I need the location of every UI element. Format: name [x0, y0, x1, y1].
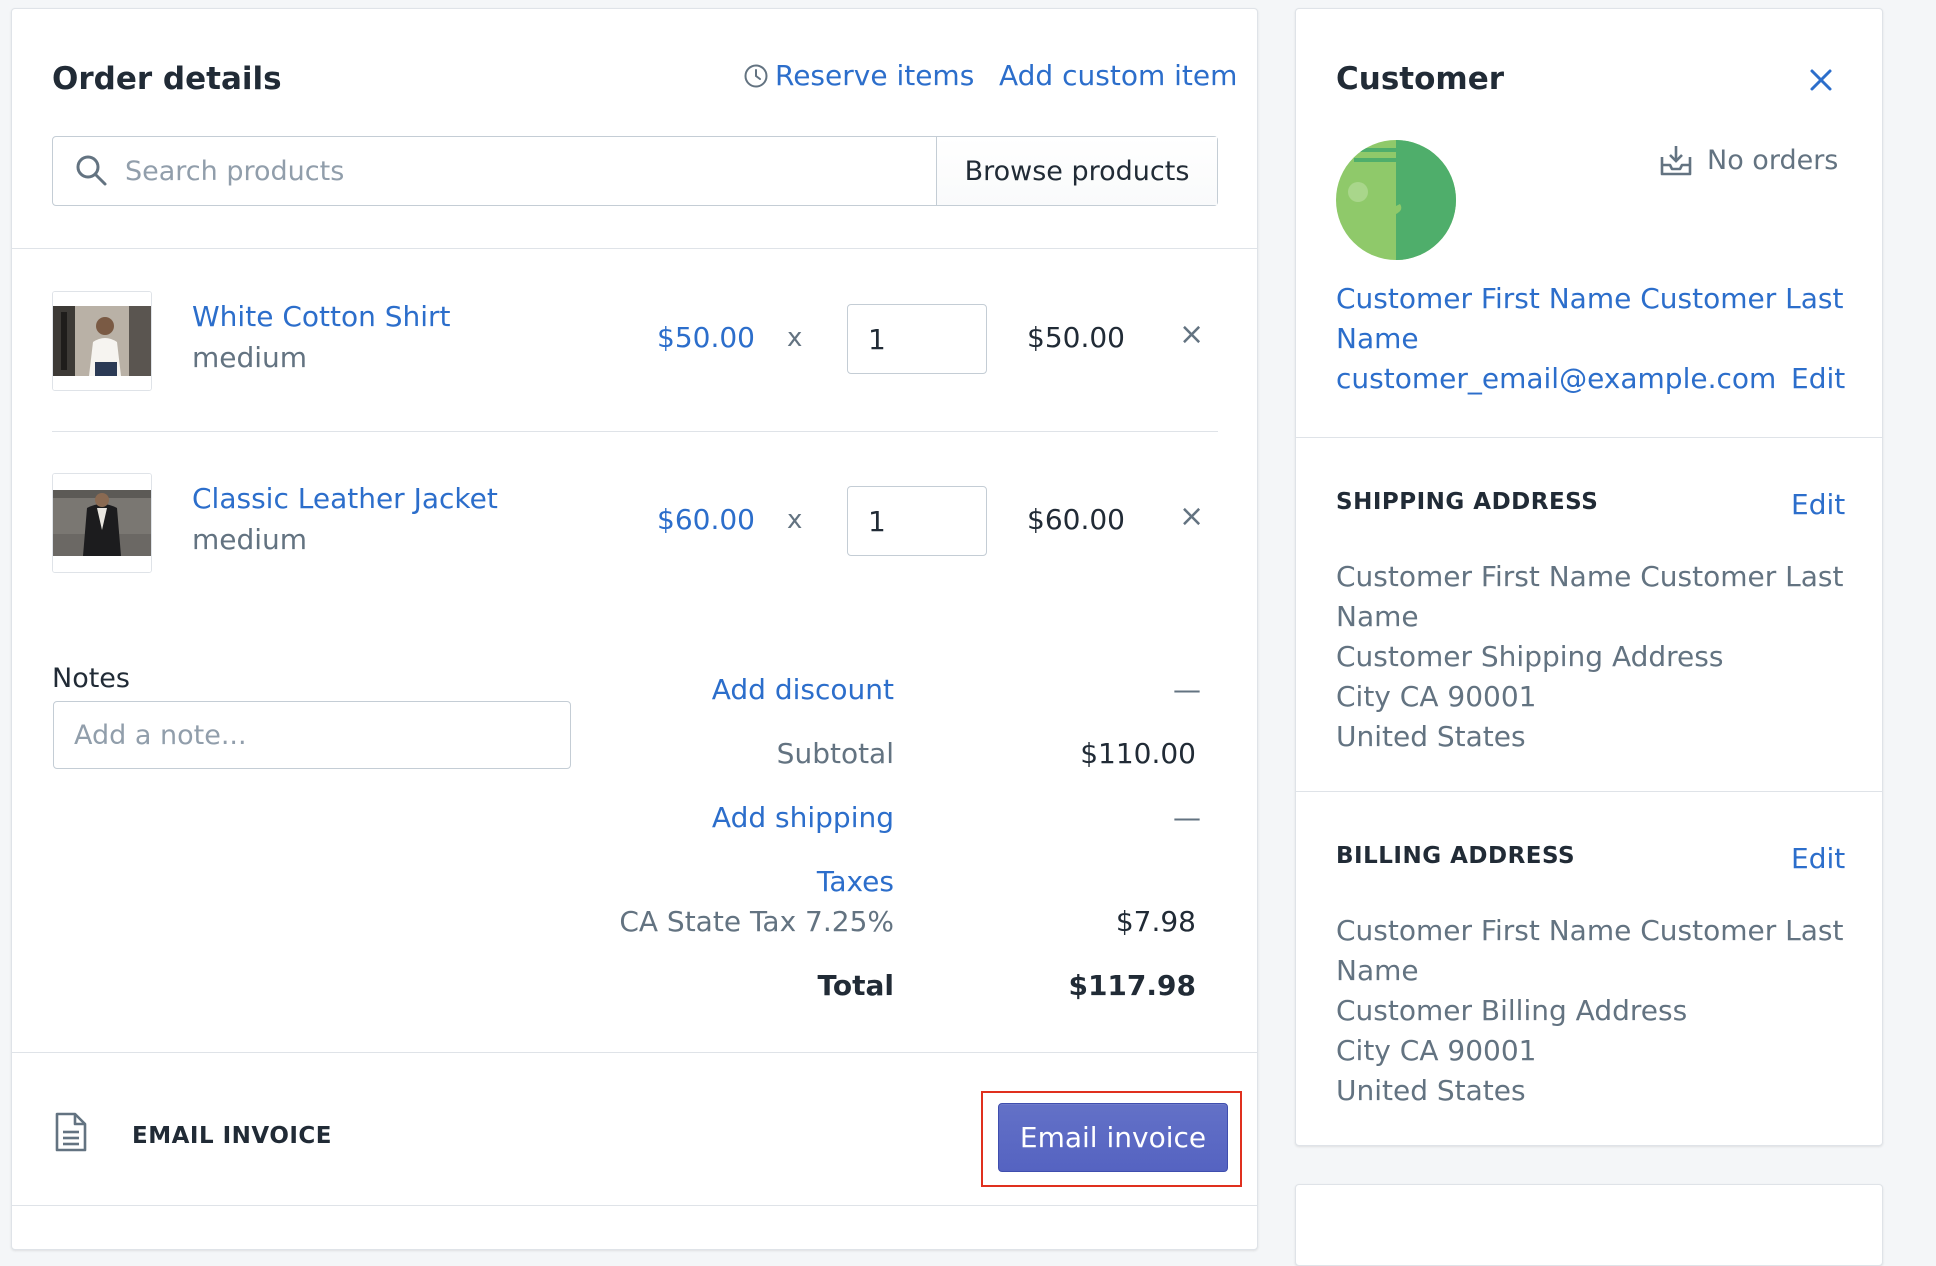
white-shirt-image: [53, 292, 151, 390]
divider: [52, 431, 1218, 432]
address-line: Customer First Name Customer Last: [1336, 560, 1844, 593]
tax-line-value: $7.98: [1115, 905, 1196, 938]
remove-item-close-icon[interactable]: ×: [1179, 317, 1204, 352]
product-thumbnail[interactable]: [52, 473, 152, 573]
quantity-input[interactable]: 1: [847, 486, 987, 556]
divider: [12, 1205, 1257, 1206]
address-line: Name: [1336, 600, 1419, 633]
times-symbol: x: [787, 505, 803, 535]
divider: [12, 248, 1257, 249]
shipping-address-block: Customer First Name Customer Last Name C…: [1336, 557, 1843, 757]
subtotal-value: $110.00: [1080, 737, 1196, 770]
product-price[interactable]: $50.00: [657, 321, 755, 354]
search-field[interactable]: [53, 137, 936, 205]
address-line: United States: [1336, 1074, 1526, 1107]
next-card: [1295, 1184, 1883, 1266]
edit-shipping-address-link[interactable]: Edit: [1791, 485, 1845, 525]
notes-label: Notes: [52, 663, 130, 694]
notes-input[interactable]: [72, 718, 570, 752]
product-price[interactable]: $60.00: [657, 503, 755, 536]
order-count: No orders: [1659, 143, 1838, 177]
notes-field[interactable]: [53, 701, 571, 769]
tax-line-label: CA State Tax 7.25%: [619, 905, 894, 938]
divider: [12, 1052, 1257, 1053]
product-name-link[interactable]: Classic Leather Jacket: [192, 482, 498, 515]
inbox-download-icon: [1660, 146, 1692, 176]
search-icon: [76, 155, 107, 186]
clock-icon: [744, 64, 768, 87]
leather-jacket-image: [53, 474, 151, 572]
email-invoice-button[interactable]: Email invoice: [998, 1103, 1228, 1172]
line-total: $60.00: [1027, 503, 1125, 536]
billing-address-heading: BILLING ADDRESS: [1336, 843, 1576, 869]
customer-name-line: Name: [1336, 322, 1419, 355]
customer-title: Customer: [1336, 61, 1505, 97]
order-details-title: Order details: [52, 61, 282, 97]
taxes-link[interactable]: Taxes: [817, 865, 894, 898]
order-count-label: No orders: [1707, 144, 1839, 176]
divider: [1296, 791, 1882, 792]
total-value: $117.98: [1068, 969, 1196, 1002]
customer-name-line: Customer First Name Customer Last: [1336, 282, 1844, 315]
address-line: City CA 90001: [1336, 680, 1537, 713]
address-line: Name: [1336, 954, 1419, 987]
address-line: United States: [1336, 720, 1526, 753]
remove-item-close-icon[interactable]: ×: [1179, 499, 1204, 534]
email-invoice-heading: EMAIL INVOICE: [132, 1123, 333, 1149]
edit-billing-address-link[interactable]: Edit: [1791, 839, 1845, 879]
discount-value: —: [1173, 673, 1201, 706]
shipping-value: —: [1173, 801, 1201, 834]
add-custom-item-link[interactable]: Add custom item: [999, 59, 1237, 92]
quantity-input[interactable]: 1: [847, 304, 987, 374]
shipping-address-heading: SHIPPING ADDRESS: [1336, 489, 1599, 515]
add-discount-link[interactable]: Add discount: [712, 673, 894, 706]
address-line: City CA 90001: [1336, 1034, 1537, 1067]
billing-address-block: Customer First Name Customer Last Name C…: [1336, 911, 1843, 1111]
search-input[interactable]: [123, 154, 936, 188]
add-shipping-link[interactable]: Add shipping: [712, 801, 894, 834]
divider: [1296, 437, 1882, 438]
product-thumbnail[interactable]: [52, 291, 152, 391]
reserve-items-link[interactable]: Reserve items: [743, 59, 974, 92]
order-details-card: Order details Reserve items Add custom i…: [11, 8, 1258, 1250]
customer-name-link[interactable]: Customer First Name Customer Last Name: [1336, 279, 1843, 359]
total-label: Total: [817, 969, 895, 1002]
close-icon[interactable]: [1807, 66, 1835, 94]
product-variant: medium: [192, 341, 308, 374]
customer-card: Customer No orders Customer First Name C…: [1295, 8, 1883, 1146]
browse-products-button[interactable]: Browse products: [936, 137, 1217, 205]
product-variant: medium: [192, 523, 308, 556]
product-name-link[interactable]: White Cotton Shirt: [192, 300, 451, 333]
address-line: Customer Shipping Address: [1336, 640, 1724, 673]
product-search-bar: Browse products: [52, 136, 1218, 206]
document-icon: [55, 1112, 87, 1152]
subtotal-label: Subtotal: [776, 737, 894, 770]
address-line: Customer First Name Customer Last: [1336, 914, 1844, 947]
reserve-items-label: Reserve items: [775, 59, 975, 92]
edit-customer-link[interactable]: Edit: [1791, 359, 1845, 399]
address-line: Customer Billing Address: [1336, 994, 1688, 1027]
avatar: [1336, 140, 1456, 260]
line-total: $50.00: [1027, 321, 1125, 354]
times-symbol: x: [787, 323, 803, 353]
customer-email-link[interactable]: customer_email@example.com: [1336, 359, 1776, 399]
